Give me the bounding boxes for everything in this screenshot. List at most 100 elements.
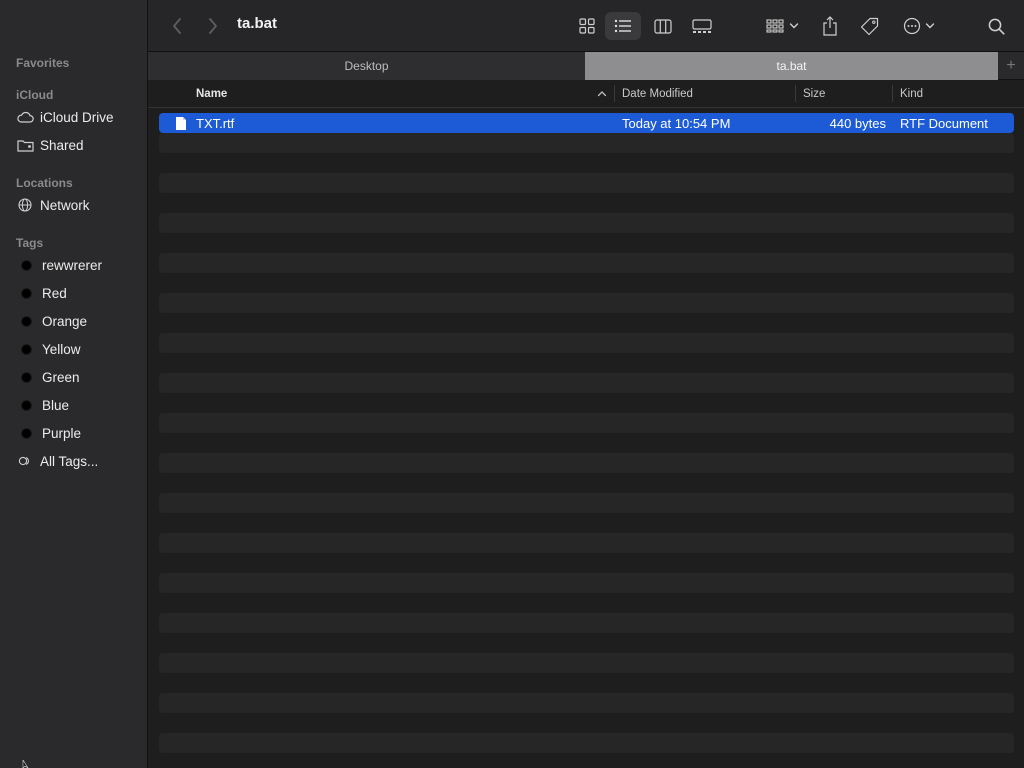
toolbar: ta.bat xyxy=(148,0,1024,52)
group-by-button[interactable] xyxy=(760,12,804,40)
tags-button[interactable] xyxy=(857,12,883,40)
empty-row xyxy=(159,733,1014,753)
sidebar-item-label: iCloud Drive xyxy=(40,109,114,125)
column-header-kind[interactable]: Kind xyxy=(900,80,1020,107)
column-divider[interactable] xyxy=(614,85,615,102)
sidebar-item-icloud-drive[interactable]: iCloud Drive xyxy=(16,105,114,129)
sidebar-section-favorites: Favorites xyxy=(16,56,70,70)
search-icon xyxy=(988,18,1005,35)
column-divider[interactable] xyxy=(795,85,796,102)
empty-row xyxy=(159,493,1014,513)
sidebar-tag-red[interactable]: Red xyxy=(16,281,67,305)
sidebar-item-label: Orange xyxy=(42,313,88,329)
sidebar-item-shared[interactable]: Shared xyxy=(16,133,84,157)
chevron-left-icon xyxy=(173,18,181,34)
file-row[interactable]: TXT.rtf Today at 10:54 PM 440 bytes RTF … xyxy=(159,113,1014,133)
column-view-icon xyxy=(654,18,672,34)
file-date-modified: Today at 10:54 PM xyxy=(622,115,731,131)
sidebar-item-label: Green xyxy=(42,369,80,385)
column-divider[interactable] xyxy=(892,85,893,102)
chevron-right-icon xyxy=(209,18,217,34)
column-view-button[interactable] xyxy=(648,12,678,40)
shared-folder-icon xyxy=(16,136,34,154)
file-size: 440 bytes xyxy=(829,115,886,131)
sidebar-item-label: Purple xyxy=(42,425,82,441)
empty-row xyxy=(159,373,1014,393)
group-grid-icon xyxy=(765,19,784,33)
file-list[interactable]: TXT.rtf Today at 10:54 PM 440 bytes RTF … xyxy=(148,108,1024,768)
chevron-down-icon xyxy=(925,23,935,29)
grid-view-icon xyxy=(579,18,595,34)
tag-dot-icon xyxy=(21,259,32,271)
window-title: ta.bat xyxy=(237,15,278,32)
cloud-icon xyxy=(16,108,34,126)
empty-row xyxy=(159,573,1014,593)
tag-dot-icon xyxy=(21,343,32,355)
sidebar-tag-green[interactable]: Green xyxy=(16,365,80,389)
empty-row xyxy=(159,653,1014,673)
sidebar-item-label: Yellow xyxy=(42,341,81,357)
sidebar-item-network[interactable]: Network xyxy=(16,193,90,217)
tag-dot-icon xyxy=(21,371,32,383)
sidebar-tag-purple[interactable]: Purple xyxy=(16,421,81,445)
sidebar-tag-yellow[interactable]: Yellow xyxy=(16,337,81,361)
sort-ascending-icon xyxy=(597,91,607,97)
new-tab-button[interactable]: + xyxy=(998,52,1024,80)
gallery-view-button[interactable] xyxy=(686,12,718,40)
file-kind: RTF Document xyxy=(900,115,988,131)
column-header-label: Size xyxy=(803,87,826,100)
empty-row xyxy=(159,213,1014,233)
empty-row xyxy=(159,333,1014,353)
tab-ta-bat[interactable]: ta.bat xyxy=(585,52,998,80)
list-view-icon xyxy=(614,19,631,33)
share-button[interactable] xyxy=(818,12,842,40)
empty-row xyxy=(159,133,1014,153)
sidebar-item-all-tags[interactable]: All Tags... xyxy=(16,449,98,473)
column-header-date-modified[interactable]: Date Modified xyxy=(622,80,792,107)
document-icon xyxy=(175,113,187,133)
icon-view-button[interactable] xyxy=(572,12,602,40)
all-tags-icon xyxy=(16,452,34,470)
sidebar-tag-rewwrerer[interactable]: rewwrerer xyxy=(16,253,102,277)
globe-icon xyxy=(16,196,34,214)
chevron-down-icon xyxy=(789,23,798,29)
sidebar-item-label: rewwrerer xyxy=(42,257,103,273)
sidebar-section-icloud: iCloud xyxy=(16,88,54,102)
ellipsis-circle-icon xyxy=(903,17,921,35)
empty-row xyxy=(159,253,1014,273)
empty-row xyxy=(159,293,1014,313)
sidebar-item-label: All Tags... xyxy=(40,453,99,469)
sidebar-item-label: Network xyxy=(40,197,90,213)
column-header-size[interactable]: Size xyxy=(803,80,888,107)
sidebar-section-tags: Tags xyxy=(16,236,44,250)
empty-row xyxy=(159,453,1014,473)
more-actions-button[interactable] xyxy=(899,12,939,40)
back-button[interactable] xyxy=(166,12,188,40)
sidebar-item-label: Red xyxy=(42,285,67,301)
sidebar-item-label: Blue xyxy=(42,397,70,413)
sidebar-tag-orange[interactable]: Orange xyxy=(16,309,87,333)
sidebar-tag-blue[interactable]: Blue xyxy=(16,393,69,417)
tab-bar: Desktop ta.bat + xyxy=(148,52,1024,80)
list-view-button[interactable] xyxy=(605,12,641,40)
column-header-row: Name Date Modified Size Kind xyxy=(148,80,1024,108)
sidebar-section-locations: Locations xyxy=(16,176,73,190)
empty-row xyxy=(159,533,1014,553)
search-button[interactable] xyxy=(984,12,1008,40)
tab-desktop[interactable]: Desktop xyxy=(148,52,586,80)
sidebar-item-label: Shared xyxy=(40,137,84,153)
column-header-label: Name xyxy=(196,87,228,100)
empty-row xyxy=(159,413,1014,433)
forward-button[interactable] xyxy=(202,12,224,40)
file-name: TXT.rtf xyxy=(196,115,235,131)
gallery-view-icon xyxy=(692,18,712,33)
plus-icon: + xyxy=(1006,57,1016,74)
empty-row xyxy=(159,613,1014,633)
empty-row xyxy=(159,173,1014,193)
sidebar: Favorites iCloud iCloud Drive Shared Loc… xyxy=(0,0,148,768)
share-icon xyxy=(823,16,837,36)
tag-dot-icon xyxy=(21,399,32,411)
column-header-name[interactable]: Name xyxy=(196,80,606,107)
tag-dot-icon xyxy=(21,427,32,439)
empty-row xyxy=(159,693,1014,713)
